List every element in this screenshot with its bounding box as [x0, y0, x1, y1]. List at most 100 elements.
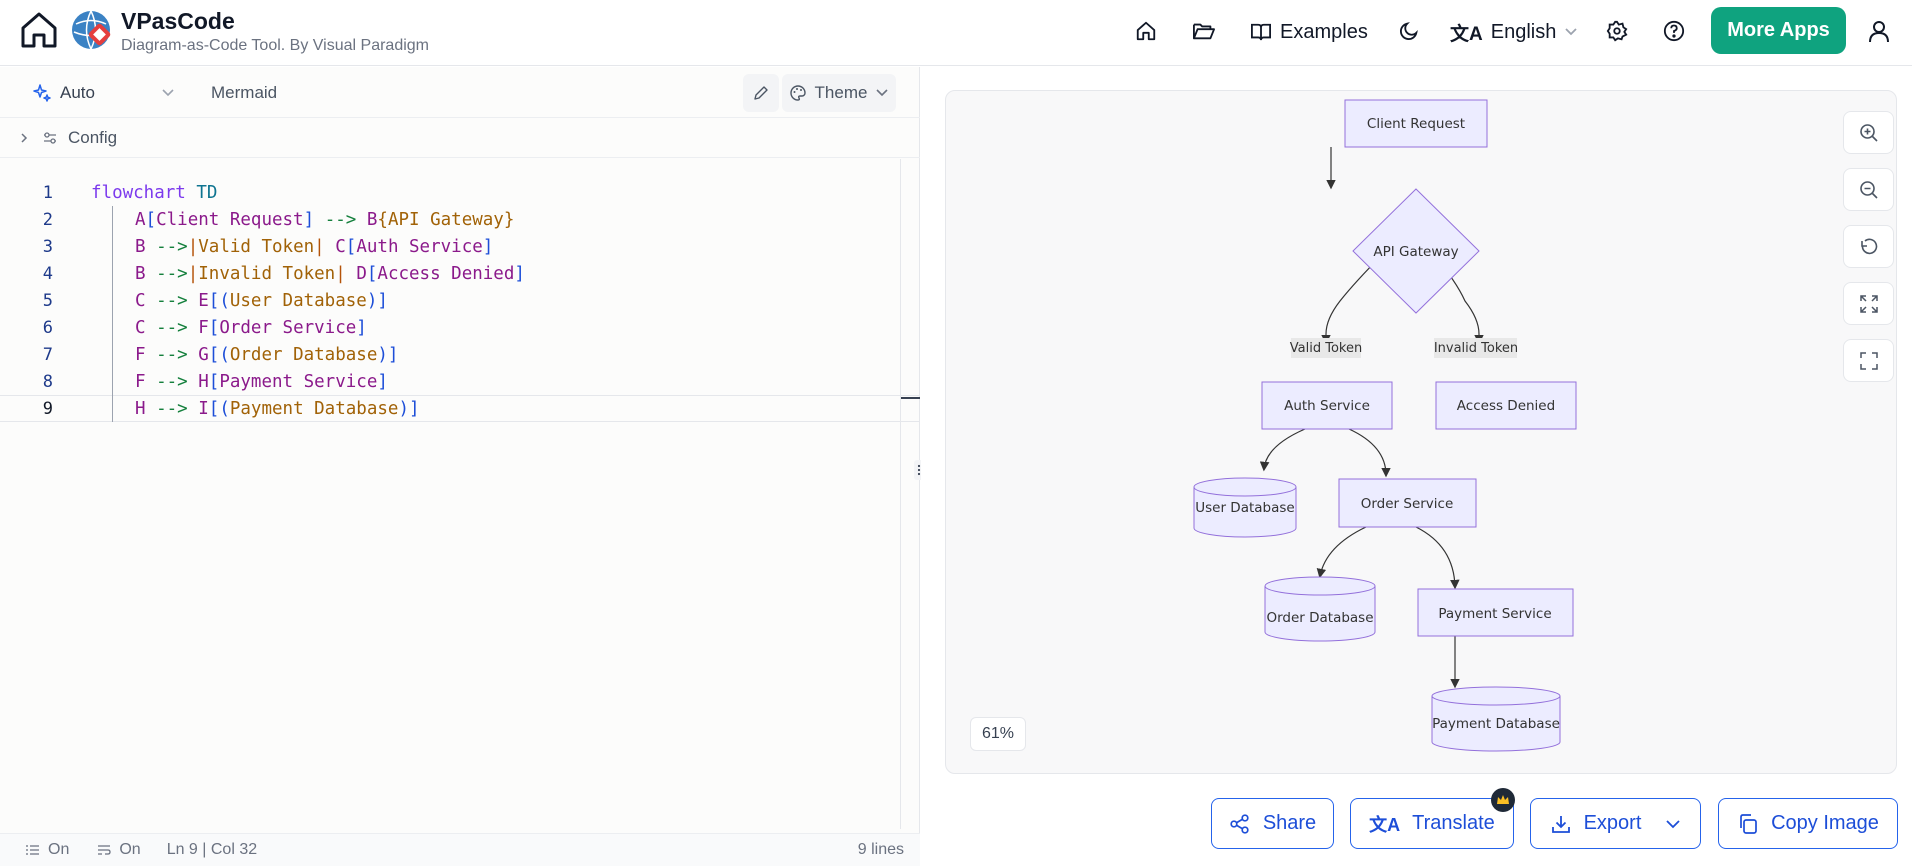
vpascode-logo	[70, 9, 112, 51]
line-numbers-toggle[interactable]: On	[26, 841, 69, 859]
code-text: C --> F[Order Service]	[135, 317, 367, 338]
sliders-icon	[44, 131, 56, 144]
mode-selector[interactable]: Auto	[32, 79, 175, 107]
code-text: B -->|Invalid Token| D[Access Denied]	[135, 263, 525, 284]
edge-label-valid-token: Valid Token	[1290, 341, 1362, 356]
top-header: VPasCode Diagram-as-Code Tool. By Visual…	[0, 0, 1912, 66]
translate-icon: 文A	[1369, 814, 1401, 835]
more-apps-button[interactable]: More Apps	[1711, 7, 1846, 54]
indent-guide	[112, 395, 113, 422]
code-text: A[Client Request] --> B{API Gateway}	[135, 209, 515, 230]
sparkles-icon	[33, 84, 51, 102]
flowchart-diagram: Valid Token Invalid Token Client Request…	[1193, 99, 1577, 752]
share-icon	[1230, 813, 1249, 834]
line-count: 9 lines	[857, 841, 904, 858]
code-line: 1 flowchart TD	[0, 179, 920, 206]
preview-panel: Valid Token Invalid Token Client Request…	[921, 67, 1912, 866]
fullscreen-icon	[1859, 351, 1878, 370]
download-icon	[1551, 815, 1570, 833]
word-wrap-toggle[interactable]: On	[97, 841, 141, 859]
edge-order-orderdb	[1316, 526, 1367, 579]
config-toggle[interactable]: Config	[0, 118, 920, 158]
translate-icon: 文A	[1450, 23, 1483, 45]
pencil-icon	[754, 86, 768, 100]
line-number: 6	[42, 317, 53, 338]
help-icon[interactable]	[1660, 17, 1688, 45]
code-line: 8 F --> H[Payment Service]	[0, 368, 920, 395]
copy-image-button[interactable]: Copy Image	[1718, 798, 1898, 849]
line-number: 5	[42, 290, 53, 311]
chevron-down-icon	[1666, 819, 1681, 828]
translate-label: Translate	[1412, 812, 1495, 834]
indent-guide	[112, 287, 113, 314]
cursor-position: Ln 9 | Col 32	[166, 841, 258, 858]
line-number: 9	[42, 398, 53, 419]
indent-guide	[112, 368, 113, 395]
node-label: Order Database	[1266, 610, 1373, 626]
home-icon[interactable]	[1132, 17, 1160, 45]
code-text: C --> E[(User Database)]	[135, 290, 388, 311]
chevron-right-icon	[21, 132, 28, 143]
zoom-out-button[interactable]	[1843, 168, 1894, 211]
line-number: 3	[42, 236, 53, 257]
node-label: Payment Database	[1432, 716, 1560, 732]
theme-selector[interactable]: Theme	[782, 74, 896, 112]
chevron-down-icon	[876, 89, 889, 97]
copy-icon	[1740, 813, 1757, 834]
node-label: User Database	[1195, 500, 1294, 516]
node-label: API Gateway	[1373, 244, 1458, 260]
code-text: F --> G[(Order Database)]	[135, 344, 399, 365]
editor-scrollbar-track[interactable]	[900, 159, 901, 829]
code-line: 7 F --> G[(Order Database)]	[0, 341, 920, 368]
zoom-out-icon	[1859, 180, 1878, 199]
node-label: Client Request	[1367, 116, 1465, 132]
palette-icon	[789, 85, 806, 101]
moon-icon[interactable]	[1395, 17, 1423, 45]
indent-guide	[112, 233, 113, 260]
share-label: Share	[1262, 812, 1317, 834]
scroll-position-marker	[901, 397, 920, 399]
node-order-database	[1264, 576, 1376, 642]
code-line: 6 C --> F[Order Service]	[0, 314, 920, 341]
gear-icon[interactable]	[1603, 17, 1631, 45]
app-root: VPasCode Diagram-as-Code Tool. By Visual…	[0, 0, 1912, 866]
folder-open-icon[interactable]	[1190, 17, 1218, 45]
indent-guide	[112, 314, 113, 341]
reset-view-button[interactable]	[1843, 225, 1894, 268]
wrap-text-icon	[98, 845, 111, 855]
language-label: English	[1490, 20, 1557, 43]
line-number: 8	[42, 371, 53, 392]
code-line: 2 A[Client Request] --> B{API Gateway}	[0, 206, 920, 233]
line-numbers-state: On	[48, 841, 70, 858]
edge-auth-order	[1348, 428, 1391, 478]
code-line-current: 9 H --> I[(Payment Database)]	[0, 395, 920, 422]
node-label: Access Denied	[1457, 398, 1555, 414]
export-button[interactable]: Export	[1530, 798, 1701, 849]
code-editor[interactable]: 1 flowchart TD 2 A[Client Request] --> B…	[0, 179, 920, 679]
word-wrap-state: On	[119, 841, 141, 858]
translate-button[interactable]: 文A Translate	[1350, 788, 1515, 849]
node-label: Payment Service	[1438, 606, 1551, 622]
zoom-in-icon	[1859, 123, 1878, 142]
share-button[interactable]: Share	[1211, 798, 1334, 849]
code-line: 4 B -->|Invalid Token| D[Access Denied]	[0, 260, 920, 287]
home-icon[interactable]	[18, 9, 60, 51]
fit-to-screen-button[interactable]	[1843, 282, 1894, 325]
examples-link[interactable]: Examples	[1250, 16, 1368, 48]
config-label: Config	[68, 127, 118, 147]
fullscreen-button[interactable]	[1843, 339, 1894, 382]
node-label: Auth Service	[1284, 398, 1370, 414]
diagram-canvas[interactable]: Valid Token Invalid Token Client Request…	[945, 90, 1897, 774]
rotate-ccw-icon	[1860, 238, 1877, 254]
chevron-down-icon	[162, 89, 174, 97]
line-number: 7	[42, 344, 53, 365]
line-number: 1	[42, 182, 53, 203]
copy-image-label: Copy Image	[1771, 812, 1879, 834]
line-number: 2	[42, 209, 53, 230]
edge-label-invalid-token: Invalid Token	[1434, 341, 1518, 356]
user-icon[interactable]	[1865, 17, 1893, 45]
brand-subtitle: Diagram-as-Code Tool. By Visual Paradigm	[121, 37, 429, 54]
zoom-in-button[interactable]	[1843, 111, 1894, 154]
edit-button[interactable]	[743, 74, 779, 112]
language-selector[interactable]: 文A English	[1450, 16, 1578, 48]
